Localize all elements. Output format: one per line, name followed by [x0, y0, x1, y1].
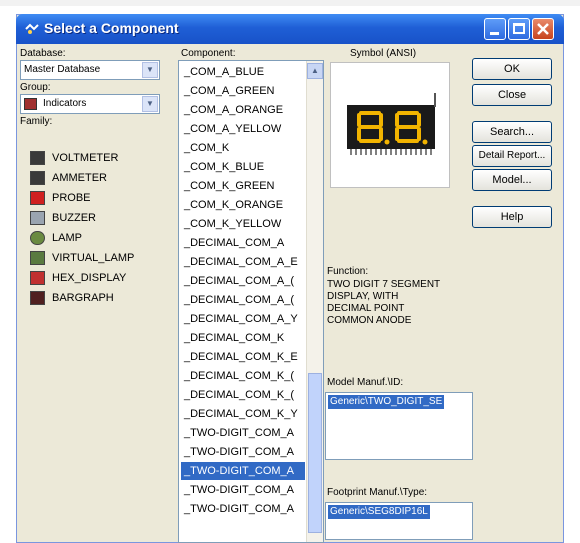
minimize-button[interactable] — [484, 18, 506, 40]
family-item-bargraph[interactable]: BARGRAPH — [30, 289, 178, 307]
detail-report-button[interactable]: Detail Report... — [472, 145, 552, 167]
footprint-manuf-list[interactable]: Generic\SEG8DIP16L — [325, 502, 473, 540]
function-label: Function: — [327, 266, 369, 277]
lamp-icon — [30, 231, 45, 245]
family-item-buzzer[interactable]: BUZZER — [30, 209, 178, 227]
footprint-manuf-value[interactable]: Generic\SEG8DIP16L — [328, 505, 430, 519]
list-item[interactable]: _COM_K_YELLOW — [181, 215, 305, 233]
buzzer-icon — [30, 211, 45, 225]
list-item[interactable]: _TWO-DIGIT_COM_A — [181, 500, 305, 518]
close-icon — [537, 23, 549, 35]
database-select[interactable]: Master Database ▼ — [20, 60, 160, 80]
family-item-label: VIRTUAL_LAMP — [52, 252, 135, 264]
window-title: Select a Component — [44, 20, 179, 36]
list-item[interactable]: _DECIMAL_COM_K — [181, 329, 305, 347]
family-item-virtual-lamp[interactable]: VIRTUAL_LAMP — [30, 249, 178, 267]
maximize-icon — [513, 23, 525, 34]
select-component-dialog: Select a Component Database: Master Data… — [16, 14, 564, 543]
list-item[interactable]: _COM_A_GREEN — [181, 82, 305, 100]
list-item[interactable]: _DECIMAL_COM_K_( — [181, 386, 305, 404]
list-item[interactable]: _DECIMAL_COM_K_E — [181, 348, 305, 366]
component-list-scrollbar[interactable]: ▲ — [306, 61, 323, 542]
maximize-button[interactable] — [508, 18, 530, 40]
list-item[interactable]: _TWO-DIGIT_COM_A — [181, 443, 305, 461]
list-item[interactable]: _COM_A_ORANGE — [181, 101, 305, 119]
help-button[interactable]: Help — [472, 206, 552, 228]
component-icon — [25, 23, 39, 34]
family-item-label: AMMETER — [52, 172, 107, 184]
voltmeter-icon — [30, 151, 45, 165]
component-list[interactable]: _COM_A_BLUE _COM_A_GREEN _COM_A_ORANGE _… — [178, 60, 324, 543]
model-manuf-label: Model Manuf.\ID: — [327, 377, 404, 388]
seven-segment-display-icon — [347, 93, 436, 155]
model-manuf-value[interactable]: Generic\TWO_DIGIT_SE — [328, 395, 445, 409]
family-item-probe[interactable]: PROBE — [30, 189, 178, 207]
indicators-icon — [24, 98, 37, 110]
component-label: Component: — [181, 48, 236, 59]
list-item[interactable]: _TWO-DIGIT_COM_A — [181, 481, 305, 499]
list-item[interactable]: _DECIMAL_COM_A_E — [181, 253, 305, 271]
scroll-thumb[interactable] — [308, 373, 322, 533]
function-line: TWO DIGIT 7 SEGMENT — [327, 279, 441, 290]
function-description: TWO DIGIT 7 SEGMENT DISPLAY, WITH DECIMA… — [327, 279, 467, 327]
title-bar[interactable]: Select a Component — [16, 14, 564, 44]
ok-button[interactable]: OK — [472, 58, 552, 80]
list-item[interactable]: _COM_K — [181, 139, 305, 157]
list-item[interactable]: _TWO-DIGIT_COM_A — [181, 424, 305, 442]
model-button[interactable]: Model... — [472, 169, 552, 191]
family-item-label: VOLTMETER — [52, 152, 119, 164]
function-line: DECIMAL POINT — [327, 303, 405, 314]
background-strip — [0, 0, 580, 6]
family-list: VOLTMETER AMMETER PROBE BUZZER LAMP VIRT… — [30, 149, 178, 539]
list-item[interactable]: _COM_A_BLUE — [181, 63, 305, 81]
list-item[interactable]: _DECIMAL_COM_A_( — [181, 272, 305, 290]
minimize-icon — [490, 32, 499, 35]
family-item-hex-display[interactable]: HEX_DISPLAY — [30, 269, 178, 287]
close-button[interactable]: Close — [472, 84, 552, 106]
database-select-value: Master Database — [24, 64, 101, 75]
virtual-lamp-icon — [30, 251, 45, 265]
family-item-label: PROBE — [52, 192, 91, 204]
family-item-label: BUZZER — [52, 212, 96, 224]
function-line: COMMON ANODE — [327, 315, 412, 326]
family-item-label: BARGRAPH — [52, 292, 114, 304]
family-item-label: LAMP — [52, 232, 82, 244]
footprint-manuf-label: Footprint Manuf.\Type: — [327, 487, 428, 498]
list-item[interactable]: _COM_K_BLUE — [181, 158, 305, 176]
chevron-down-icon[interactable]: ▼ — [142, 62, 158, 78]
list-item[interactable]: _DECIMAL_COM_K_Y — [181, 405, 305, 423]
group-select[interactable]: Indicators ▼ — [20, 94, 160, 114]
group-select-value: Indicators — [43, 98, 87, 109]
family-label: Family: — [20, 116, 53, 127]
family-item-label: HEX_DISPLAY — [52, 272, 127, 284]
list-item[interactable]: _DECIMAL_COM_A — [181, 234, 305, 252]
chevron-down-icon[interactable]: ▼ — [142, 96, 158, 112]
scroll-up-icon[interactable]: ▲ — [307, 63, 323, 79]
ammeter-icon — [30, 171, 45, 185]
list-item-selected[interactable]: _TWO-DIGIT_COM_A — [181, 462, 305, 480]
family-item-ammeter[interactable]: AMMETER — [30, 169, 178, 187]
database-label: Database: — [20, 48, 66, 59]
list-item[interactable]: _DECIMAL_COM_A_Y — [181, 310, 305, 328]
function-line: DISPLAY, WITH — [327, 291, 399, 302]
bargraph-icon — [30, 291, 45, 305]
hex-display-icon — [30, 271, 45, 285]
list-item[interactable]: _DECIMAL_COM_K_( — [181, 367, 305, 385]
symbol-preview — [330, 62, 450, 188]
search-button[interactable]: Search... — [472, 121, 552, 143]
symbol-label: Symbol (ANSI) — [350, 48, 417, 59]
family-item-lamp[interactable]: LAMP — [30, 229, 178, 247]
close-window-button[interactable] — [532, 18, 554, 40]
list-item[interactable]: _DECIMAL_COM_A_( — [181, 291, 305, 309]
family-item-voltmeter[interactable]: VOLTMETER — [30, 149, 178, 167]
model-manuf-list[interactable]: Generic\TWO_DIGIT_SE — [325, 392, 473, 460]
group-label: Group: — [20, 82, 51, 93]
list-item[interactable]: _COM_K_ORANGE — [181, 196, 305, 214]
list-item[interactable]: _COM_A_YELLOW — [181, 120, 305, 138]
probe-icon — [30, 191, 45, 205]
list-item[interactable]: _COM_K_GREEN — [181, 177, 305, 195]
